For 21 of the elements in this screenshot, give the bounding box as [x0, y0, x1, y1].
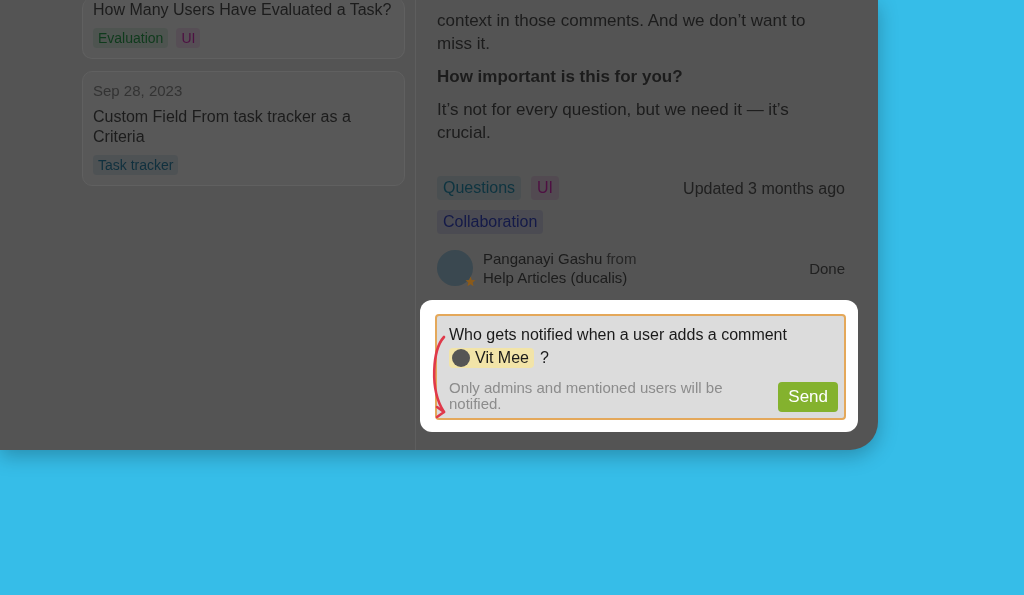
tag: UI — [176, 28, 201, 48]
tag: Collaboration — [437, 210, 544, 234]
card-title: How Many Users Have Evaluated a Task? — [93, 0, 393, 20]
post-paragraph: context in those comments. And we don’t want to miss it. — [437, 10, 807, 55]
comment-field[interactable]: Who gets notified when a user adds a comment Vit Mee ? Only admins and mentioned users will be notified. Send — [435, 314, 846, 420]
post-heading: How important is this for you? — [437, 66, 684, 88]
tag: Task tracker — [93, 155, 179, 175]
hint-text: Only admins and mentioned users will be notified. — [449, 380, 724, 412]
star-icon — [465, 276, 476, 287]
avatar — [452, 349, 470, 367]
user-mention[interactable]: Vit Mee — [449, 348, 534, 368]
tag: UI — [531, 176, 560, 200]
tag: Questions — [437, 176, 522, 200]
author-source: Help Articles (ducalis) — [483, 269, 629, 286]
post-paragraph: It’s not for every question, but we need it — it’s crucial. — [437, 99, 790, 144]
tag: Evaluation — [93, 28, 169, 48]
comment-text: Who gets notified when a user adds a comment — [449, 326, 787, 343]
send-button[interactable]: Send — [778, 382, 838, 412]
task-card[interactable]: How Many Users Have Evaluated a Task? Evaluation UI — [82, 0, 405, 59]
card-title: Custom Field From task tracker as a Criteria — [93, 107, 352, 147]
comment-text: ? — [539, 349, 549, 367]
